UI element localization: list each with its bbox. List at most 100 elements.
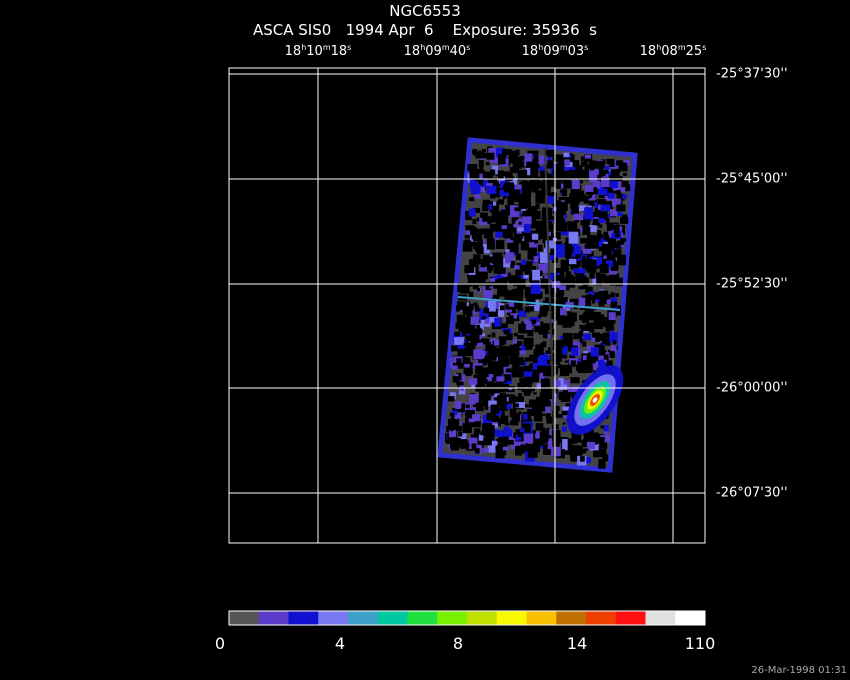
noise-pixel xyxy=(571,347,579,357)
noise-pixel xyxy=(597,230,602,234)
noise-pixel xyxy=(608,321,614,327)
noise-pixel xyxy=(533,155,539,160)
colorbar-swatch xyxy=(586,611,617,625)
noise-pixel xyxy=(570,360,576,367)
noise-pixel xyxy=(611,297,618,302)
noise-pixel xyxy=(487,362,496,374)
noise-pixel xyxy=(567,170,576,180)
dec-tick-label: -25°52'30'' xyxy=(716,276,788,292)
noise-pixel xyxy=(501,411,505,416)
noise-pixel xyxy=(509,205,519,218)
noise-pixel xyxy=(486,152,495,160)
noise-pixel xyxy=(544,377,548,383)
noise-pixel xyxy=(503,329,510,335)
noise-pixel xyxy=(582,255,586,259)
noise-pixel xyxy=(482,203,489,212)
noise-pixel xyxy=(517,335,524,340)
noise-pixel xyxy=(609,161,615,167)
noise-pixel xyxy=(523,274,529,279)
noise-pixel xyxy=(545,369,550,374)
noise-pixel xyxy=(622,162,628,168)
noise-pixel xyxy=(505,290,513,299)
noise-pixel xyxy=(578,297,586,307)
noise-pixel xyxy=(495,240,505,249)
noise-pixel xyxy=(537,244,543,252)
noise-pixel xyxy=(468,208,476,217)
noise-pixel xyxy=(473,302,478,306)
noise-pixel xyxy=(472,218,477,224)
noise-pixel xyxy=(482,447,489,453)
noise-pixel xyxy=(596,299,600,303)
noise-pixel xyxy=(485,282,492,291)
noise-pixel xyxy=(484,424,495,438)
noise-pixel xyxy=(486,185,497,194)
colorbar-swatch xyxy=(675,611,706,625)
noise-pixel xyxy=(553,275,560,281)
noise-pixel xyxy=(503,182,514,193)
noise-pixel xyxy=(584,307,594,319)
noise-pixel xyxy=(594,236,601,242)
noise-pixel xyxy=(486,439,492,446)
noise-pixel xyxy=(470,330,480,344)
noise-pixel xyxy=(584,184,594,192)
noise-pixel xyxy=(486,238,495,250)
noise-pixel xyxy=(472,284,479,290)
noise-pixel xyxy=(481,316,486,320)
noise-pixel xyxy=(564,159,571,166)
colorbar-swatch xyxy=(645,611,676,625)
noise-pixel xyxy=(609,351,615,358)
noise-pixel xyxy=(509,167,517,172)
noise-pixel xyxy=(623,172,627,177)
noise-pixel xyxy=(480,258,487,264)
noise-pixel xyxy=(477,327,481,331)
noise-pixel xyxy=(585,294,592,299)
noise-pixel xyxy=(501,225,508,229)
noise-pixel xyxy=(511,368,519,374)
dec-tick-label: -26°07'30'' xyxy=(716,485,788,501)
noise-pixel xyxy=(472,231,483,242)
noise-pixel xyxy=(542,413,546,417)
noise-pixel xyxy=(612,340,617,345)
noise-pixel xyxy=(609,180,618,189)
noise-pixel xyxy=(564,360,568,363)
noise-pixel xyxy=(512,419,519,426)
noise-pixel xyxy=(614,233,620,238)
noise-pixel xyxy=(490,169,496,176)
ra-tick-label: 18h09m03s xyxy=(521,43,589,60)
noise-pixel xyxy=(515,269,523,276)
noise-pixel xyxy=(508,396,518,403)
noise-pixel xyxy=(479,173,483,179)
noise-pixel xyxy=(584,244,592,249)
noise-pixel xyxy=(506,439,514,445)
noise-pixel xyxy=(521,180,530,188)
noise-pixel xyxy=(582,285,587,290)
noise-pixel xyxy=(517,411,522,415)
noise-pixel xyxy=(479,367,489,377)
noise-pixel xyxy=(454,373,459,377)
noise-pixel xyxy=(521,241,528,246)
noise-pixel xyxy=(491,382,499,388)
noise-pixel xyxy=(578,190,584,195)
noise-pixel xyxy=(575,165,583,171)
noise-pixel xyxy=(494,339,500,346)
noise-pixel xyxy=(575,254,581,259)
noise-pixel xyxy=(560,189,564,193)
noise-pixel xyxy=(533,392,537,395)
noise-pixel xyxy=(515,403,519,408)
noise-pixel xyxy=(525,306,530,313)
noise-pixel xyxy=(593,187,598,191)
noise-pixel xyxy=(505,317,514,324)
noise-pixel xyxy=(568,258,577,265)
noise-pixel xyxy=(488,147,497,154)
date-label: 1994 Apr 6 xyxy=(345,21,434,39)
noise-pixel xyxy=(546,160,554,169)
noise-pixel xyxy=(524,404,529,408)
noise-pixel xyxy=(528,237,533,241)
noise-pixel xyxy=(513,233,523,243)
noise-pixel xyxy=(564,276,569,281)
noise-pixel xyxy=(524,270,531,275)
noise-pixel xyxy=(469,170,480,180)
noise-pixel xyxy=(511,260,516,265)
noise-pixel xyxy=(497,288,502,294)
noise-pixel xyxy=(515,149,520,156)
